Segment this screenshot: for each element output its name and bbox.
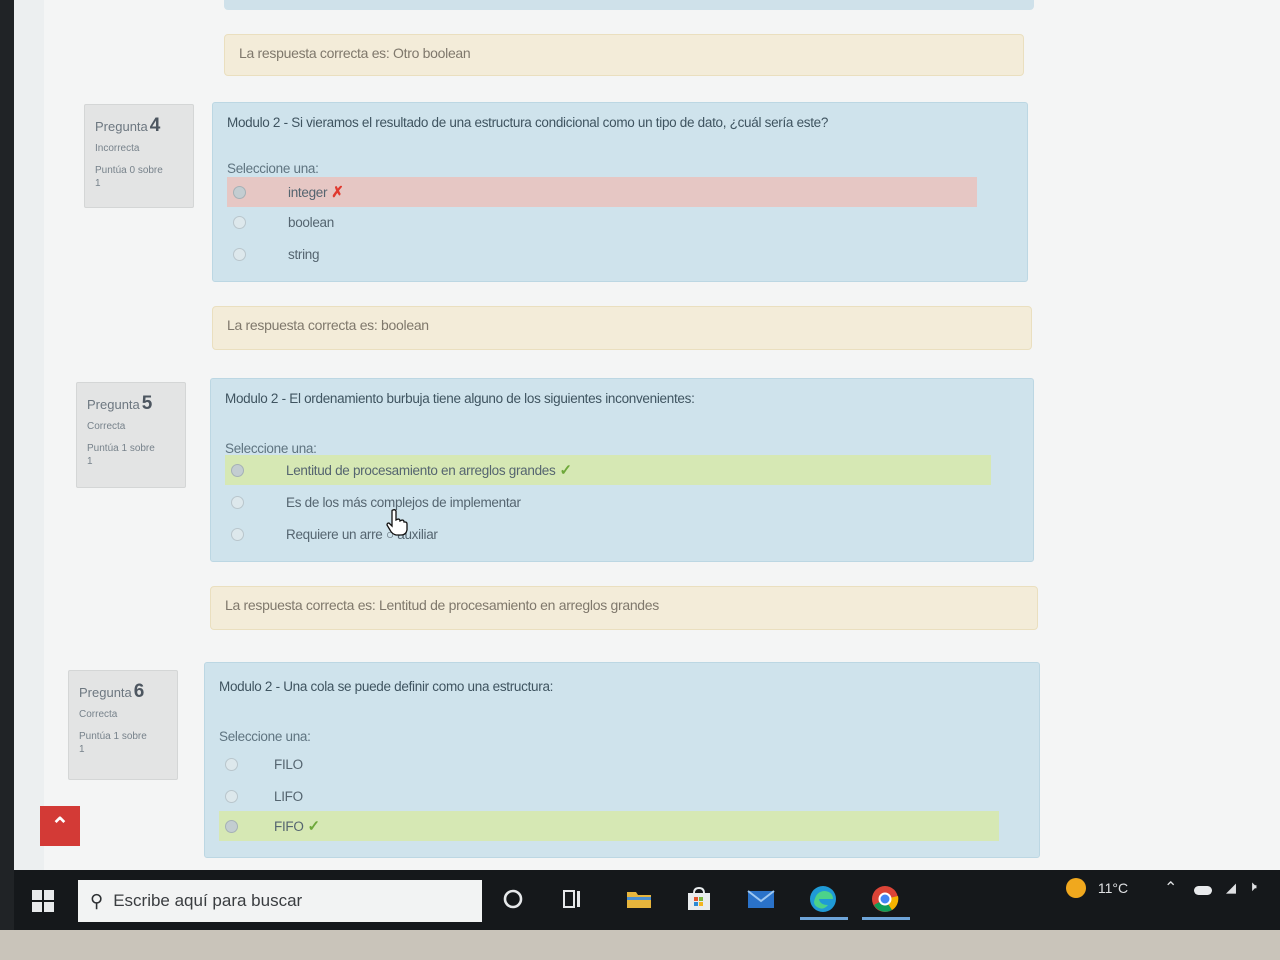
question-title: Pregunta xyxy=(87,397,140,412)
taskbar-search-box[interactable]: ⚲ Escribe aquí para buscar xyxy=(78,880,482,922)
option-label: FIFO xyxy=(274,818,304,834)
incorrect-mark-icon: ✗ xyxy=(331,184,344,201)
question-info-6: Pregunta 6 Correcta Puntúa 1 sobre 1 xyxy=(68,670,178,780)
cortana-icon[interactable] xyxy=(498,884,528,914)
option-label: Lentitud de procesamiento en arreglos gr… xyxy=(286,462,556,478)
correct-mark-icon: ✓ xyxy=(559,462,572,479)
select-prompt: Seleccione una: xyxy=(219,729,311,744)
network-icon[interactable]: ◢ xyxy=(1226,880,1236,896)
option-boolean[interactable]: boolean xyxy=(227,207,977,237)
search-icon: ⚲ xyxy=(90,890,104,911)
store-icon[interactable] xyxy=(684,884,714,914)
question-number: 5 xyxy=(141,393,153,414)
radio-button[interactable] xyxy=(233,247,246,261)
question-grade: Puntúa 1 sobre 1 xyxy=(79,731,147,755)
question-number: 4 xyxy=(149,115,161,136)
option-lentitud[interactable]: Lentitud de procesamiento en arreglos gr… xyxy=(225,455,991,485)
question-info-4: Pregunta 4 Incorrecta Puntúa 0 sobre 1 xyxy=(84,104,194,208)
feedback-previous: La respuesta correcta es: Otro boolean xyxy=(224,34,1024,76)
question-box-4: Modulo 2 - Si vieramos el resultado de u… xyxy=(212,102,1028,282)
edge-active-indicator xyxy=(800,917,848,920)
question-info-5: Pregunta 5 Correcta Puntúa 1 sobre 1 xyxy=(76,382,186,488)
radio-button[interactable] xyxy=(225,819,238,833)
question-grade: Puntúa 0 sobre 1 xyxy=(95,165,163,189)
feedback-text: La respuesta correcta es: Lentitud de pr… xyxy=(225,597,659,613)
feedback-question-5: La respuesta correcta es: Lentitud de pr… xyxy=(210,586,1038,630)
option-arreglo-auxiliar[interactable]: Requiere un arre ○ auxiliar xyxy=(225,519,991,549)
option-label: Requiere un arre ○ auxiliar xyxy=(286,526,438,542)
select-prompt: Seleccione una: xyxy=(225,441,317,456)
previous-question-box-edge xyxy=(224,0,1034,10)
question-box-5: Modulo 2 - El ordenamiento burbuja tiene… xyxy=(210,378,1034,562)
feedback-question-4: La respuesta correcta es: boolean xyxy=(212,306,1032,350)
temperature-text: 11°C xyxy=(1097,880,1129,896)
radio-button[interactable] xyxy=(225,757,238,771)
weather-widget[interactable]: 11°C xyxy=(1066,878,1128,898)
option-lifo[interactable]: LIFO xyxy=(219,781,999,811)
option-integer[interactable]: integer ✗ xyxy=(227,177,977,207)
question-title: Pregunta xyxy=(79,685,132,700)
windows-start-icon[interactable] xyxy=(32,890,54,912)
question-text: Modulo 2 - Si vieramos el resultado de u… xyxy=(227,115,829,130)
select-prompt: Seleccione una: xyxy=(227,161,319,176)
correct-mark-icon: ✓ xyxy=(307,818,321,835)
feedback-text: La respuesta correcta es: boolean xyxy=(227,317,429,333)
question-grade: Puntúa 1 sobre 1 xyxy=(87,443,155,467)
browser-viewport: La respuesta correcta es: Otro boolean P… xyxy=(14,0,1280,880)
radio-button[interactable] xyxy=(231,495,244,509)
option-string[interactable]: string xyxy=(227,239,977,269)
question-state: Correcta xyxy=(79,709,118,720)
chevron-up-icon: ⌃ xyxy=(50,813,70,838)
radio-button[interactable] xyxy=(225,789,238,803)
windows-taskbar: ⚲ Escribe aquí para buscar 11°C ⌃ ◢ 🕨 xyxy=(14,870,1280,930)
question-state: Correcta xyxy=(87,421,126,432)
option-fifo[interactable]: FIFO ✓ xyxy=(219,811,999,841)
sun-icon xyxy=(1066,878,1086,898)
volume-icon[interactable]: 🕨 xyxy=(1248,878,1257,895)
radio-button[interactable] xyxy=(233,185,246,199)
option-label: string xyxy=(288,246,320,262)
option-label: integer xyxy=(288,184,328,200)
search-placeholder: Escribe aquí para buscar xyxy=(113,891,303,910)
chrome-active-indicator xyxy=(862,917,910,920)
question-state: Incorrecta xyxy=(95,143,140,154)
task-view-icon[interactable] xyxy=(558,884,588,914)
radio-button[interactable] xyxy=(233,215,246,229)
option-label: FILO xyxy=(274,756,303,772)
question-number: 6 xyxy=(133,681,145,702)
option-filo[interactable]: FILO xyxy=(219,749,999,779)
monitor-bezel-bottom xyxy=(0,930,1280,960)
chrome-icon[interactable] xyxy=(870,884,900,914)
radio-button[interactable] xyxy=(231,463,244,477)
mail-icon[interactable] xyxy=(746,884,776,914)
option-complejos[interactable]: Es de los más complejos de implementar xyxy=(225,487,991,517)
edge-icon[interactable] xyxy=(808,884,838,914)
scroll-to-top-button[interactable]: ⌃ xyxy=(40,806,80,846)
file-explorer-icon[interactable] xyxy=(624,884,654,914)
option-label: boolean xyxy=(288,214,334,230)
question-title: Pregunta xyxy=(95,119,148,134)
monitor-bezel-left xyxy=(0,0,14,930)
onedrive-cloud-icon[interactable] xyxy=(1194,882,1212,898)
radio-button[interactable] xyxy=(231,527,244,541)
feedback-text: La respuesta correcta es: Otro boolean xyxy=(239,45,471,61)
hand-cursor-icon xyxy=(386,509,408,536)
question-box-6: Modulo 2 - Una cola se puede definir com… xyxy=(204,662,1040,858)
show-hidden-icons-chevron-icon[interactable]: ⌃ xyxy=(1164,878,1177,898)
question-text: Modulo 2 - El ordenamiento burbuja tiene… xyxy=(225,391,695,406)
question-text: Modulo 2 - Una cola se puede definir com… xyxy=(219,679,554,694)
option-label: LIFO xyxy=(274,788,303,804)
